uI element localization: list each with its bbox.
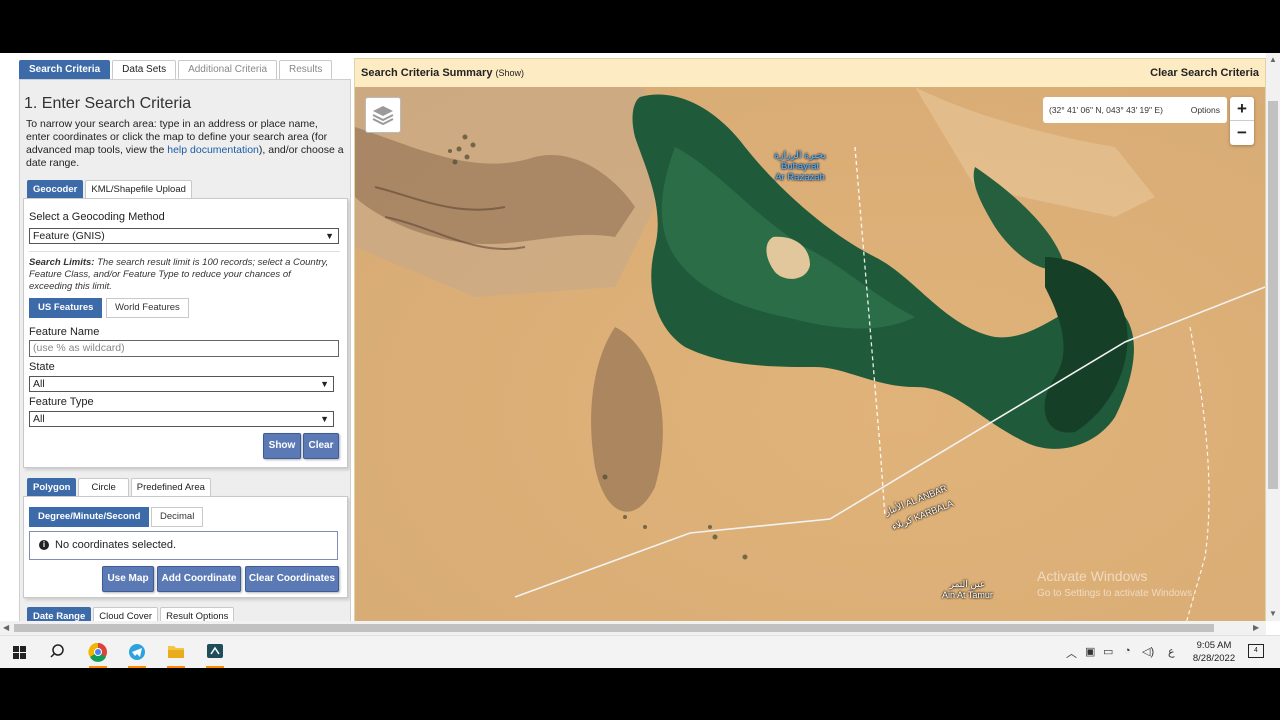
lake-label: بحيرة الرزازة Buhayrat Ar Razazah <box>773 150 827 183</box>
search-icon <box>50 644 64 658</box>
windows-start-button[interactable] <box>0 636 38 668</box>
help-link[interactable]: help documentation <box>167 144 259 156</box>
tab-search-criteria[interactable]: Search Criteria <box>19 60 111 79</box>
chrome-taskbar-button[interactable] <box>79 636 117 668</box>
tab-polygon[interactable]: Polygon <box>27 478 77 497</box>
layers-button[interactable] <box>365 97 401 133</box>
tab-additional-criteria[interactable]: Additional Criteria <box>178 60 278 79</box>
language-indicator[interactable]: ع <box>1168 645 1175 658</box>
chevron-down-icon: ▼ <box>320 414 329 424</box>
windows-taskbar: ︿ ▣ ▭ ◔ ◁) ع 9:05 AM 8/28/2022 4 <box>0 635 1280 668</box>
chevron-up-icon[interactable]: ︿ <box>1066 645 1077 661</box>
summary-show-link[interactable]: (Show) <box>495 68 524 78</box>
tab-data-sets[interactable]: Data Sets <box>112 60 177 79</box>
show-button[interactable]: Show <box>263 433 301 459</box>
clear-coordinates-button[interactable]: Clear Coordinates <box>245 566 339 592</box>
add-coordinate-button[interactable]: Add Coordinate <box>157 566 241 592</box>
chrome-icon <box>88 642 107 662</box>
browser-content: Search Criteria Data Sets Additional Cri… <box>0 53 1280 635</box>
tab-kml-upload[interactable]: KML/Shapefile Upload <box>85 180 192 199</box>
chevron-down-icon: ▼ <box>320 379 329 389</box>
tab-geocoder[interactable]: Geocoder <box>27 180 84 199</box>
activation-watermark-text: Go to Settings to activate Windows. <box>1037 588 1195 599</box>
folder-icon <box>168 646 184 658</box>
meet-now-icon[interactable]: ▣ <box>1085 645 1095 658</box>
clock[interactable]: 9:05 AM 8/28/2022 <box>1186 639 1242 665</box>
coordinate-readout: (32° 41' 06" N, 043° 43' 19" E) Options <box>1043 97 1227 123</box>
horizontal-scrollbar[interactable]: ◀ ▶ <box>0 621 1266 635</box>
windows-logo-icon <box>13 646 26 659</box>
search-button[interactable] <box>38 636 76 668</box>
info-icon: i <box>39 540 49 551</box>
geocoding-method-select[interactable]: Feature (GNIS) ▼ <box>29 228 339 244</box>
search-criteria-summary-bar: Search Criteria Summary (Show) Clear Sear… <box>355 59 1265 87</box>
terminal-app-icon <box>207 644 223 658</box>
use-map-button[interactable]: Use Map <box>102 566 154 592</box>
scrollbar-thumb[interactable] <box>14 624 1214 632</box>
tab-decimal[interactable]: Decimal <box>151 507 204 527</box>
feature-type-select[interactable]: All ▼ <box>29 411 334 427</box>
tab-circle[interactable]: Circle <box>78 478 129 497</box>
intro-text: To narrow your search area: type in an a… <box>26 118 344 169</box>
geocoder-box: Select a Geocoding Method Feature (GNIS)… <box>23 198 348 468</box>
area-tabs: Polygon Circle Predefined Area <box>27 478 211 497</box>
tab-degree-minute-second[interactable]: Degree/Minute/Second <box>29 507 150 527</box>
map-options-button[interactable]: Options <box>1191 97 1220 123</box>
geocoder-tabs: Geocoder KML/Shapefile Upload <box>27 180 192 199</box>
battery-icon[interactable]: ▭ <box>1103 645 1113 658</box>
tab-results[interactable]: Results <box>279 60 333 79</box>
tab-predefined-area[interactable]: Predefined Area <box>130 478 211 497</box>
volume-icon[interactable]: ◁) <box>1142 645 1154 658</box>
feature-type-label: Feature Type <box>29 396 94 408</box>
notification-icon[interactable]: 4 <box>1248 644 1264 658</box>
summary-title: Search Criteria Summary (Show) <box>361 67 524 79</box>
vertical-scrollbar[interactable]: ▲ ▼ <box>1266 53 1280 621</box>
clock-time: 9:05 AM <box>1196 640 1232 651</box>
state-label: State <box>29 361 55 373</box>
file-explorer-taskbar-button[interactable] <box>157 636 195 668</box>
scroll-down-icon[interactable]: ▼ <box>1269 609 1277 618</box>
cursor-coordinates: (32° 41' 06" N, 043° 43' 19" E) <box>1049 105 1163 115</box>
scroll-right-icon[interactable]: ▶ <box>1253 623 1259 632</box>
chevron-down-icon: ▼ <box>325 231 334 241</box>
wifi-icon[interactable]: ◔ <box>1124 645 1131 657</box>
no-coordinates-message: i No coordinates selected. <box>29 531 338 560</box>
zoom-in-button[interactable]: + <box>1230 97 1254 120</box>
town-label: عين التمر Ain At Tamur <box>942 579 993 600</box>
divider <box>29 251 340 252</box>
telegram-icon <box>129 644 145 660</box>
telegram-taskbar-button[interactable] <box>118 636 156 668</box>
state-select[interactable]: All ▼ <box>29 376 334 392</box>
main-tabs: Search Criteria Data Sets Additional Cri… <box>19 60 333 79</box>
left-panel: Search Criteria Data Sets Additional Cri… <box>14 53 354 626</box>
tab-world-features[interactable]: World Features <box>106 298 189 318</box>
geocoding-method-label: Select a Geocoding Method <box>29 211 165 223</box>
clock-date: 8/28/2022 <box>1192 653 1236 664</box>
page-title: 1. Enter Search Criteria <box>24 95 192 112</box>
scroll-up-icon[interactable]: ▲ <box>1269 55 1277 64</box>
coordinates-box: Degree/Minute/Second Decimal i No coordin… <box>23 496 348 598</box>
scroll-left-icon[interactable]: ◀ <box>3 623 9 632</box>
clear-search-criteria-link[interactable]: Clear Search Criteria <box>1150 67 1259 79</box>
layers-icon <box>372 106 394 126</box>
zoom-out-button[interactable]: − <box>1230 121 1254 144</box>
search-criteria-panel: 1. Enter Search Criteria To narrow your … <box>19 79 351 626</box>
clear-button[interactable]: Clear <box>303 433 339 459</box>
tab-us-features[interactable]: US Features <box>29 298 103 318</box>
app-taskbar-button[interactable] <box>196 636 234 668</box>
satellite-map[interactable]: (32° 41' 06" N, 043° 43' 19" E) Options … <box>355 87 1265 627</box>
feature-name-label: Feature Name <box>29 326 100 338</box>
activation-watermark-title: Activate Windows <box>1037 568 1148 584</box>
map-container: Search Criteria Summary (Show) Clear Sear… <box>354 58 1266 628</box>
feature-name-input[interactable]: (use % as wildcard) <box>29 340 339 357</box>
zoom-control: + − <box>1230 97 1254 145</box>
search-limits-text: Search Limits: The search result limit i… <box>29 257 329 292</box>
scrollbar-thumb[interactable] <box>1268 101 1278 489</box>
